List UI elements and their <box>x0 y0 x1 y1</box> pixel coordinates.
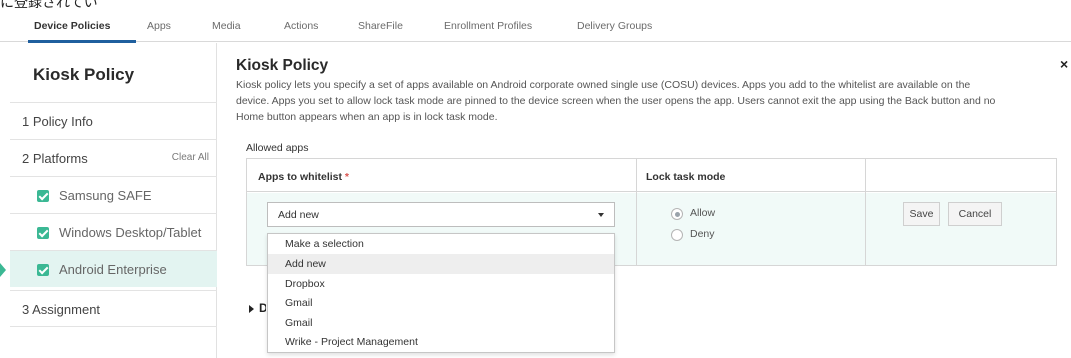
top-tab-bar: Device Policies Apps Media Actions Share… <box>0 12 1071 43</box>
clear-all-link[interactable]: Clear All <box>172 152 209 163</box>
expand-arrow-icon[interactable] <box>249 305 254 313</box>
page-title: Kiosk Policy <box>236 57 329 74</box>
tab-media[interactable]: Media <box>212 20 241 32</box>
allowed-apps-label: Allowed apps <box>246 142 309 154</box>
column-divider <box>865 159 866 265</box>
tab-delivery-groups[interactable]: Delivery Groups <box>577 20 652 32</box>
step-platforms[interactable]: 2 Platforms Clear All <box>10 139 217 176</box>
dropdown-option[interactable]: Make a selection <box>268 234 614 254</box>
radio-allow-label: Allow <box>690 207 716 219</box>
step-assignment[interactable]: 3 Assignment <box>10 290 217 327</box>
required-marker: * <box>344 171 350 183</box>
column-divider <box>636 159 637 265</box>
cancel-button[interactable]: Cancel <box>948 202 1002 226</box>
page-caption: に登録されています。 <box>0 0 98 8</box>
platform-windows-desktop-tablet[interactable]: Windows Desktop/Tablet <box>10 213 217 250</box>
platform-label: Windows Desktop/Tablet <box>59 225 202 240</box>
app-select[interactable]: Add new <box>267 202 615 227</box>
step-label: 3 Assignment <box>22 302 101 317</box>
radio-selected-icon[interactable] <box>671 208 683 220</box>
dropdown-option-highlighted[interactable]: Add new <box>268 254 614 274</box>
app-select-value: Add new <box>278 209 319 221</box>
platform-android-enterprise[interactable]: Android Enterprise <box>0 250 217 287</box>
dropdown-option[interactable]: Gmail <box>268 293 614 313</box>
checkbox-checked-icon[interactable] <box>37 264 49 276</box>
close-icon[interactable]: × <box>1060 56 1068 72</box>
save-button[interactable]: Save <box>903 202 940 226</box>
dropdown-option[interactable]: Gmail <box>268 313 614 333</box>
radio-unselected-icon[interactable] <box>671 229 683 241</box>
col-header-apps: Apps to whitelist * <box>258 171 350 183</box>
col-header-lock-task: Lock task mode <box>646 171 726 183</box>
radio-deny-label: Deny <box>690 228 715 240</box>
checkbox-checked-icon[interactable] <box>37 190 49 202</box>
app-select-dropdown: Make a selection Add new Dropbox Gmail G… <box>267 233 615 353</box>
chevron-down-icon <box>598 213 604 217</box>
checkbox-checked-icon[interactable] <box>37 227 49 239</box>
tab-apps[interactable]: Apps <box>147 20 171 32</box>
sidebar-title: Kiosk Policy <box>33 65 135 84</box>
platform-samsung-safe[interactable]: Samsung SAFE <box>10 176 217 213</box>
tab-actions[interactable]: Actions <box>284 20 318 32</box>
dropdown-option[interactable]: Dropbox <box>268 274 614 294</box>
platform-label: Samsung SAFE <box>59 188 152 203</box>
step-label: 2 Platforms <box>22 151 88 166</box>
dropdown-option[interactable]: Wrike - Project Management <box>268 332 614 352</box>
table-header: Apps to whitelist * Lock task mode <box>247 159 1056 192</box>
wizard-sidebar: Kiosk Policy 1 Policy Info 2 Platforms C… <box>0 43 217 358</box>
tab-enrollment-profiles[interactable]: Enrollment Profiles <box>444 20 532 32</box>
collapsed-section-label[interactable]: D <box>259 301 266 315</box>
tab-sharefile[interactable]: ShareFile <box>358 20 403 32</box>
policy-description: Kiosk policy lets you specify a set of a… <box>236 79 996 123</box>
step-label: 1 Policy Info <box>22 114 93 129</box>
platform-label: Android Enterprise <box>59 262 167 277</box>
step-policy-info[interactable]: 1 Policy Info <box>10 102 217 139</box>
selected-marker-icon <box>0 263 6 277</box>
tab-device-policies[interactable]: Device Policies <box>34 20 110 32</box>
